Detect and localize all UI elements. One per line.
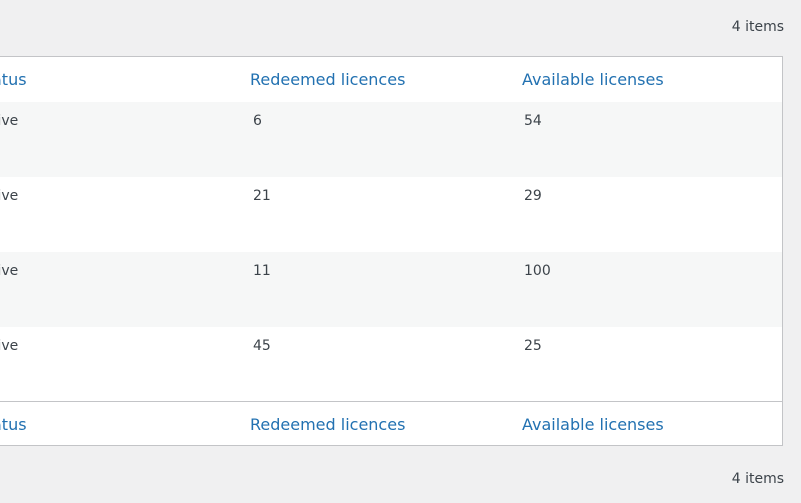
table-footer-row: atus Redeemed licences Available license…	[0, 401, 782, 445]
items-count-top: 4 items	[731, 19, 784, 35]
available-cell: 100	[524, 263, 551, 279]
licenses-table: atus Redeemed licences Available license…	[0, 56, 783, 446]
redeemed-cell: 11	[253, 263, 271, 279]
column-header-status[interactable]: atus	[0, 70, 27, 89]
redeemed-cell: 6	[253, 113, 262, 129]
redeemed-cell: 45	[253, 338, 271, 354]
table-row: tive 6 54	[0, 102, 782, 177]
redeemed-cell: 21	[253, 188, 271, 204]
column-header-available-licenses[interactable]: Available licenses	[522, 70, 664, 89]
available-cell: 29	[524, 188, 542, 204]
footer-header-available-licenses[interactable]: Available licenses	[522, 415, 664, 434]
status-cell: tive	[0, 338, 19, 354]
items-count-bottom: 4 items	[731, 471, 784, 487]
available-cell: 25	[524, 338, 542, 354]
table-row: tive 21 29	[0, 177, 782, 252]
page: 4 items atus Redeemed licences Available…	[0, 0, 801, 503]
status-cell: tive	[0, 188, 19, 204]
status-cell: tive	[0, 113, 19, 129]
table-row: tive 11 100	[0, 252, 782, 327]
available-cell: 54	[524, 113, 542, 129]
footer-header-status[interactable]: atus	[0, 415, 27, 434]
footer-header-redeemed-licences[interactable]: Redeemed licences	[250, 415, 405, 434]
status-cell: tive	[0, 263, 19, 279]
column-header-redeemed-licences[interactable]: Redeemed licences	[250, 70, 405, 89]
table-header-row: atus Redeemed licences Available license…	[0, 57, 782, 103]
table-row: tive 45 25	[0, 327, 782, 402]
